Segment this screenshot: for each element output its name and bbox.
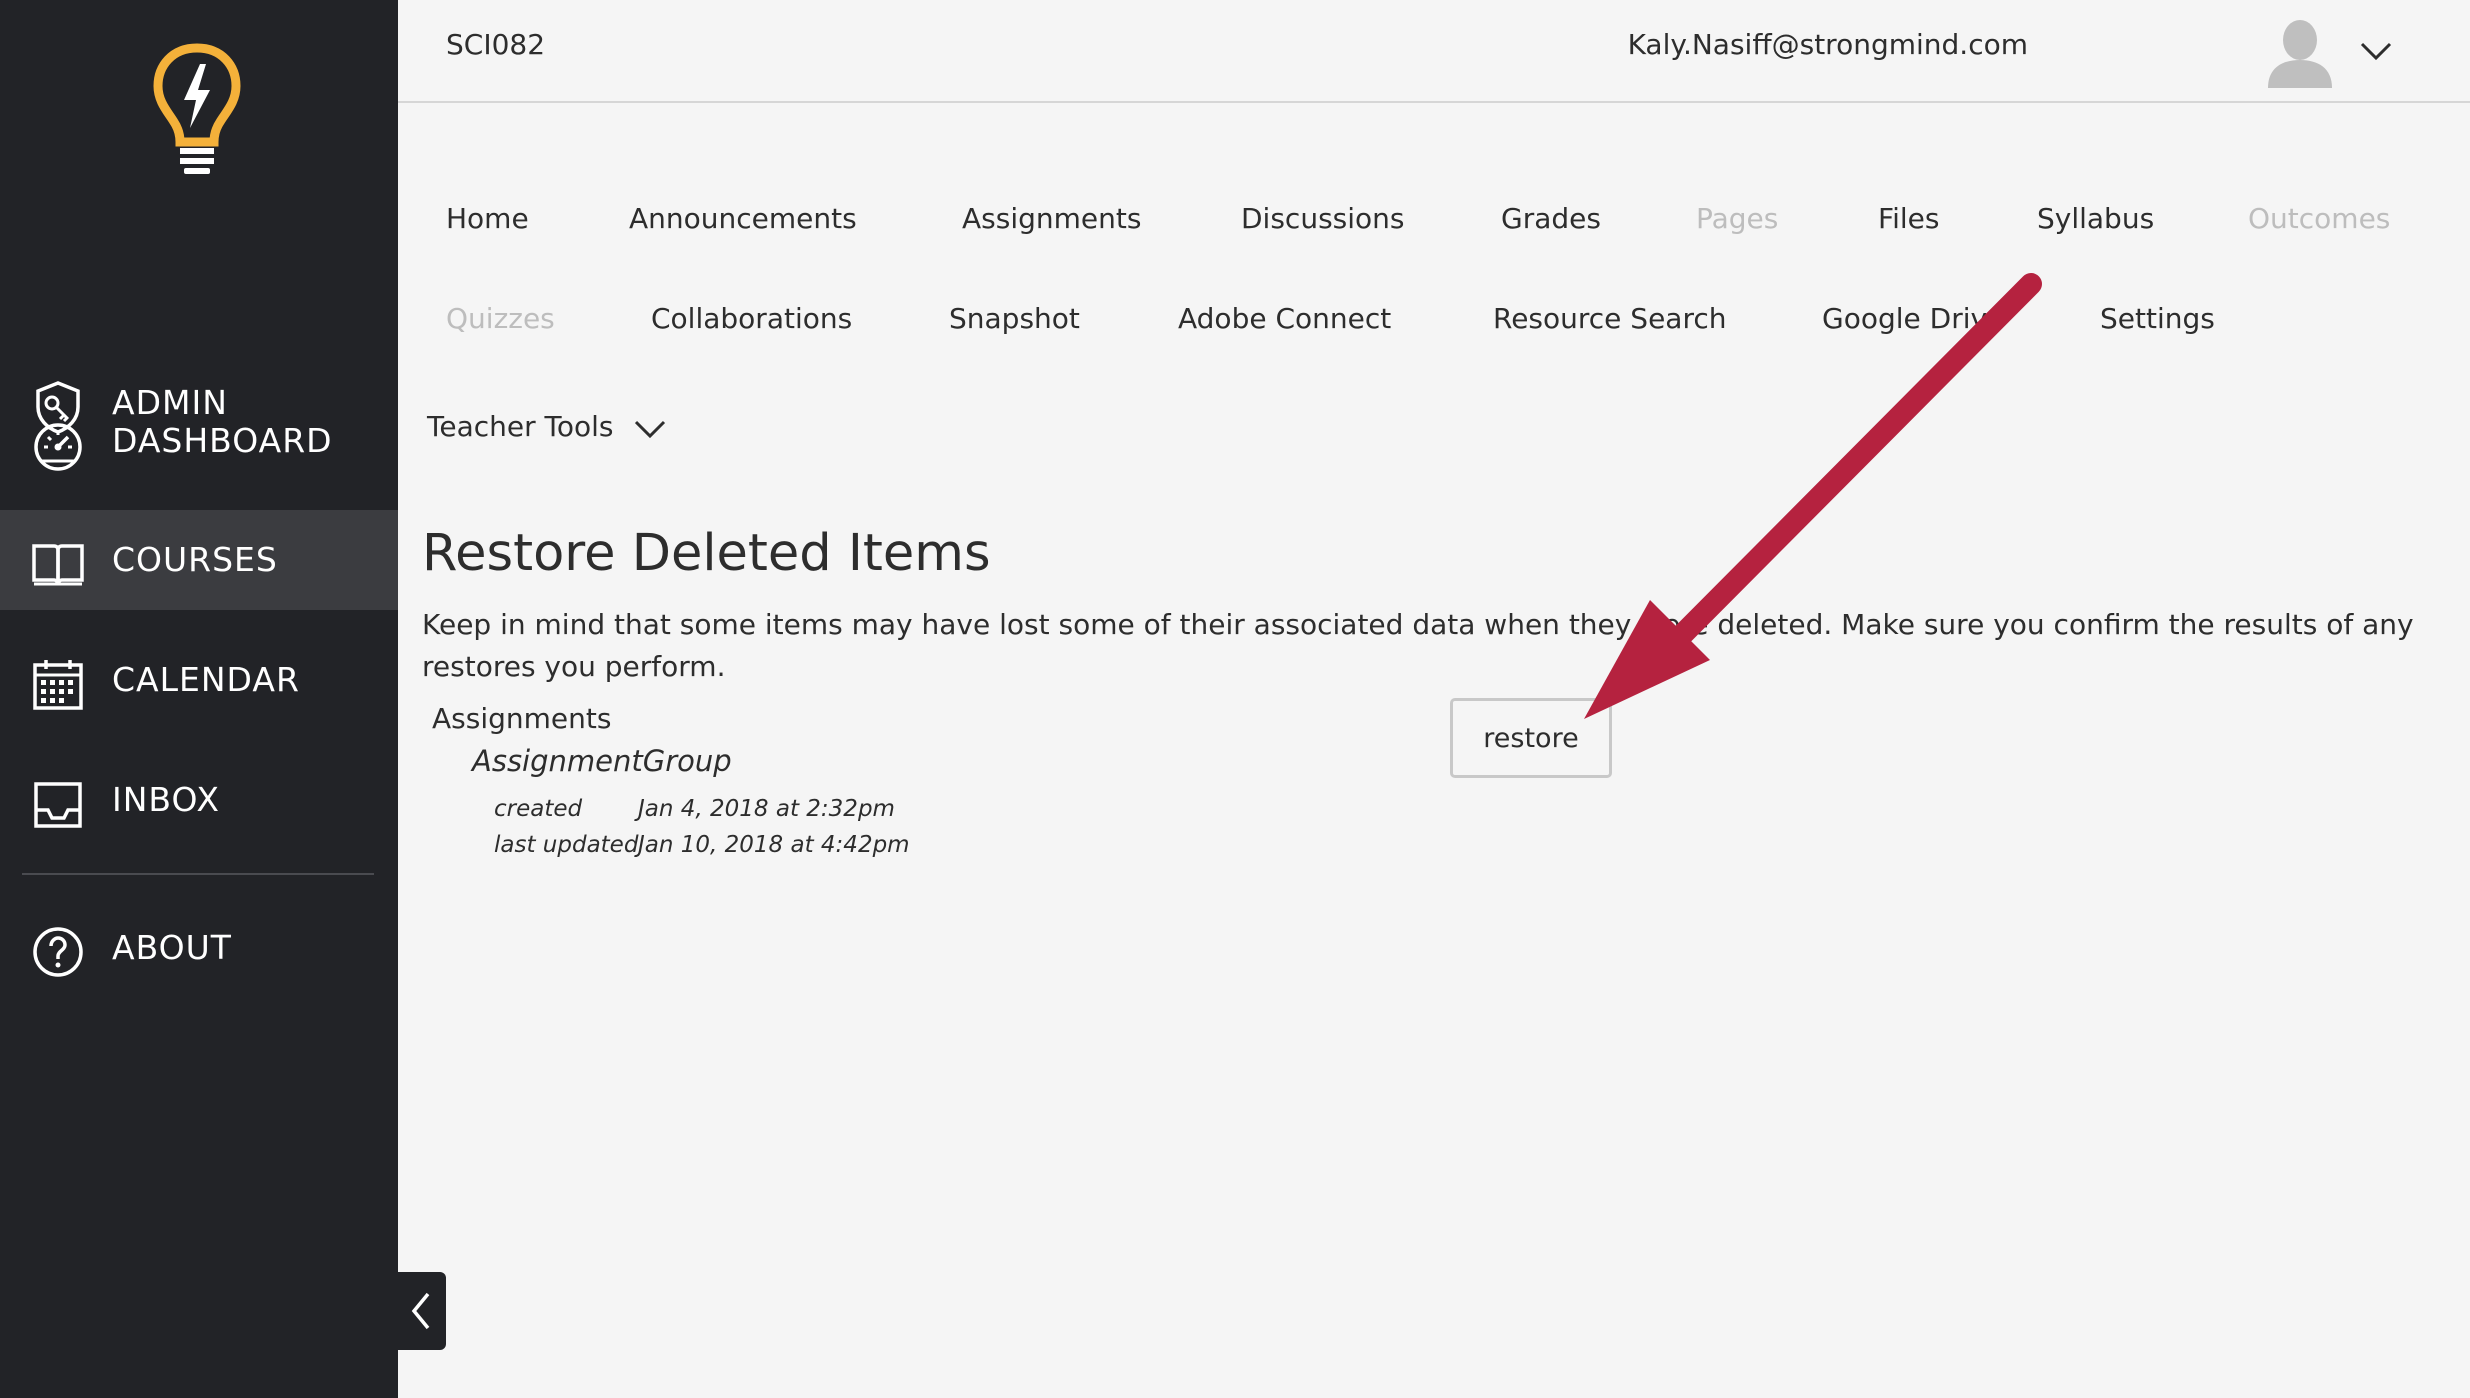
sidebar-item-calendar[interactable]: CALENDAR bbox=[0, 630, 398, 730]
tab-outcomes: Outcomes bbox=[2248, 202, 2391, 235]
sidebar-item-about[interactable]: ABOUT bbox=[0, 898, 398, 998]
tab-resource-search[interactable]: Resource Search bbox=[1493, 302, 1727, 335]
calendar-icon bbox=[33, 660, 83, 710]
tab-pages: Pages bbox=[1696, 202, 1779, 235]
deleted-item-name: AssignmentGroup bbox=[472, 744, 732, 778]
chevron-down-icon[interactable] bbox=[632, 410, 668, 446]
lightbulb-bolt-icon[interactable] bbox=[150, 42, 244, 180]
page-title: Restore Deleted Items bbox=[422, 524, 991, 583]
tab-syllabus[interactable]: Syllabus bbox=[2037, 202, 2154, 235]
tab-snapshot[interactable]: Snapshot bbox=[949, 302, 1080, 335]
created-label: created bbox=[494, 796, 583, 822]
tab-quizzes: Quizzes bbox=[446, 302, 555, 335]
book-icon bbox=[32, 544, 84, 586]
sidebar-item-label: DASHBOARD bbox=[112, 421, 333, 460]
tab-files[interactable]: Files bbox=[1878, 202, 1939, 235]
teacher-tools-menu[interactable]: Teacher Tools bbox=[427, 410, 613, 443]
tab-collaborations[interactable]: Collaborations bbox=[651, 302, 852, 335]
chevron-left-icon bbox=[411, 1292, 430, 1330]
user-email: Kaly.Nasiff@strongmind.com bbox=[1627, 28, 2028, 61]
sidebar-item-label: ABOUT bbox=[112, 928, 232, 967]
sidebar-item-inbox[interactable]: INBOX bbox=[0, 750, 398, 850]
user-silhouette-icon[interactable] bbox=[2266, 16, 2334, 88]
speedometer-icon bbox=[34, 423, 82, 471]
restore-button[interactable]: restore bbox=[1450, 698, 1612, 778]
tab-assignments[interactable]: Assignments bbox=[962, 202, 1141, 235]
sidebar-item-dashboard[interactable]: DASHBOARD bbox=[0, 391, 398, 491]
chevron-down-icon[interactable] bbox=[2358, 32, 2394, 68]
tab-settings[interactable]: Settings bbox=[2100, 302, 2215, 335]
question-circle-icon bbox=[33, 927, 83, 977]
sidebar-divider bbox=[22, 873, 374, 875]
tab-announcements[interactable]: Announcements bbox=[629, 202, 857, 235]
tab-google-drive[interactable]: Google Drive bbox=[1822, 302, 2004, 335]
notice-text: Keep in mind that some items may have lo… bbox=[422, 608, 2414, 683]
tab-home[interactable]: Home bbox=[446, 202, 529, 235]
created-value: Jan 4, 2018 at 2:32pm bbox=[638, 796, 895, 822]
updated-value: Jan 10, 2018 at 4:42pm bbox=[638, 832, 910, 858]
tab-adobe-connect[interactable]: Adobe Connect bbox=[1178, 302, 1391, 335]
tab-discussions[interactable]: Discussions bbox=[1241, 202, 1405, 235]
updated-label: last updated bbox=[494, 832, 639, 858]
sidebar-item-label: INBOX bbox=[112, 780, 220, 819]
sidebar-item-label: CALENDAR bbox=[112, 660, 300, 699]
inbox-tray-icon bbox=[34, 782, 82, 828]
sidebar: ADMIN DASHBOARD COURSES CALENDAR INBOX A… bbox=[0, 0, 398, 1398]
collapse-sidebar-button[interactable] bbox=[398, 1272, 446, 1350]
sidebar-item-label: COURSES bbox=[112, 540, 278, 579]
tab-grades[interactable]: Grades bbox=[1501, 202, 1601, 235]
top-bar: SCI082 Kaly.Nasiff@strongmind.com bbox=[398, 0, 2470, 103]
sidebar-item-courses[interactable]: COURSES bbox=[0, 510, 398, 610]
section-label: Assignments bbox=[432, 702, 612, 735]
course-code: SCI082 bbox=[446, 28, 546, 61]
